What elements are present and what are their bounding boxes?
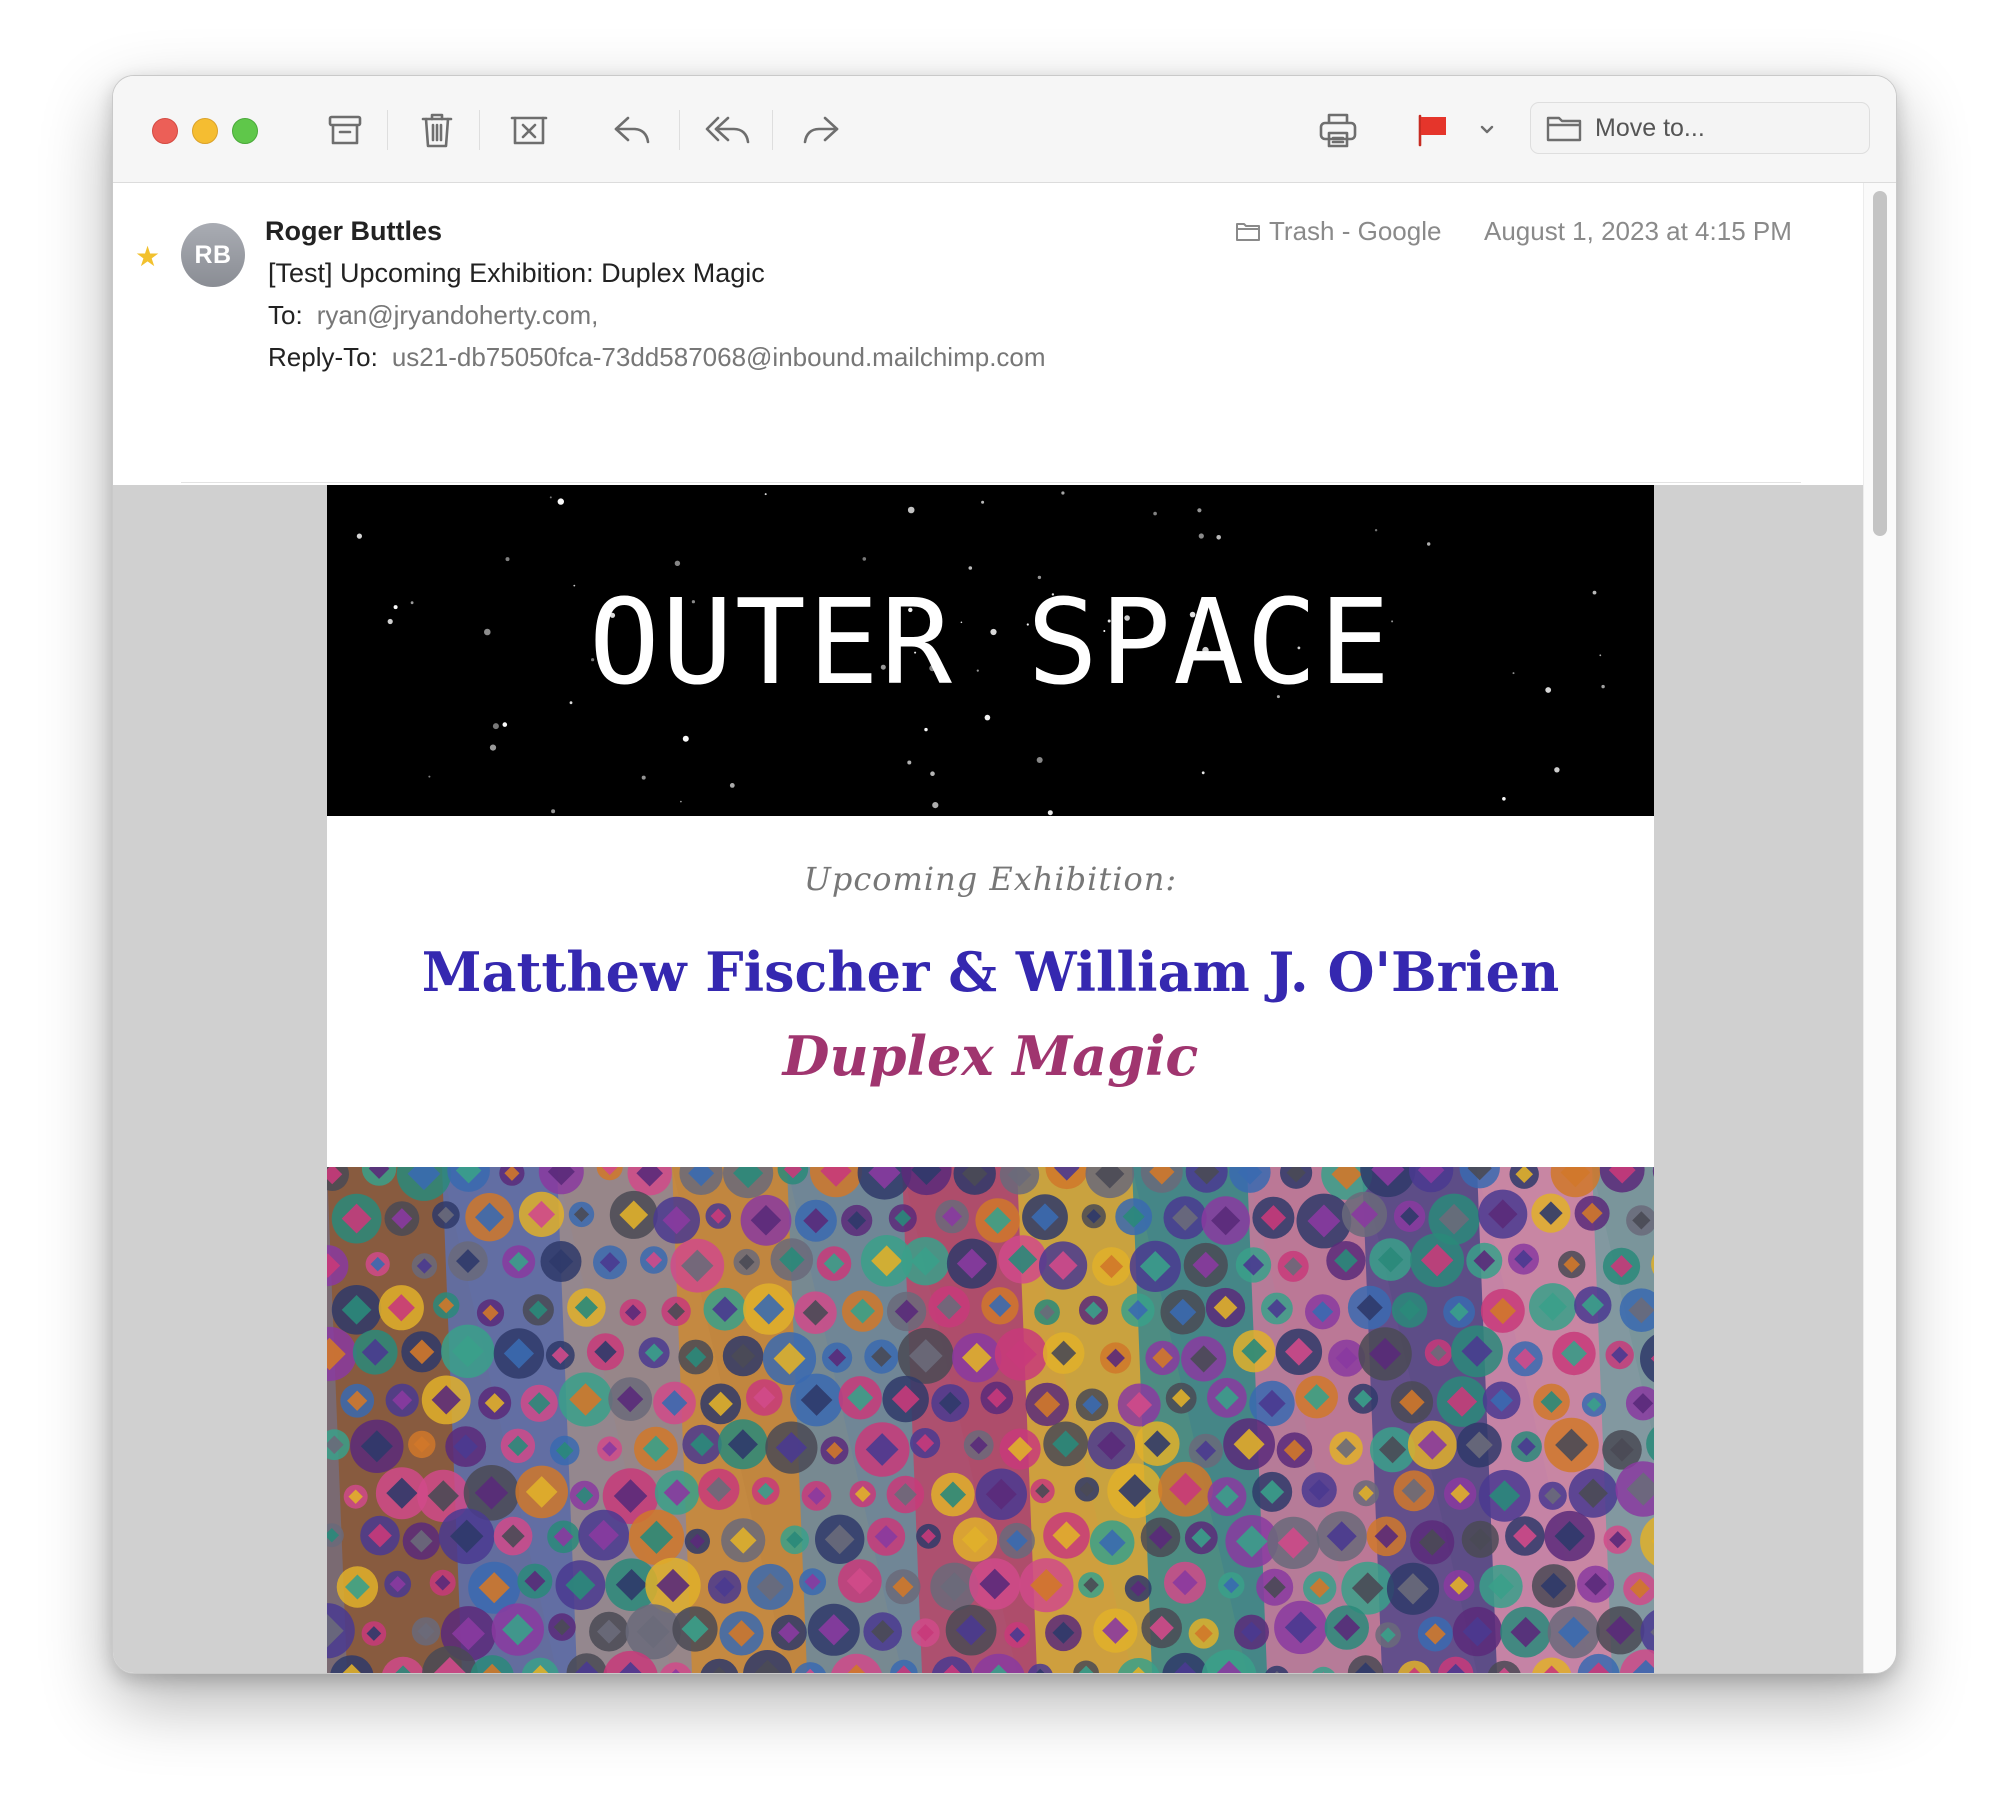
reply-to-address[interactable]: us21-db75050fca-73dd587068@inbound.mailc… — [392, 342, 1046, 372]
star-dot — [641, 775, 646, 780]
flag-icon — [1418, 114, 1446, 147]
exhibition-intro: Upcoming Exhibition: — [803, 860, 1178, 898]
star-dot — [1502, 797, 1506, 801]
avatar: RB — [181, 223, 245, 287]
flag-button[interactable] — [1405, 105, 1461, 155]
folder-icon — [1546, 116, 1582, 142]
sender-name[interactable]: Roger Buttles — [265, 216, 442, 247]
newsletter: OUTER SPACE Upcoming Exhibition: Matthew… — [327, 485, 1654, 1673]
star-dot — [1198, 533, 1204, 539]
forward-icon — [803, 116, 839, 144]
mail-window: Move to... ★ RB Roger Buttles [Test] Upc… — [112, 75, 1897, 1674]
to-label: To: — [268, 300, 303, 330]
star-dot — [984, 714, 991, 721]
exhibition-title: Duplex Magic — [782, 1024, 1199, 1088]
star-dot — [930, 771, 935, 776]
star-dot — [680, 800, 682, 803]
printer-icon — [1319, 113, 1357, 148]
archive-icon — [328, 115, 362, 145]
chevron-down-icon — [1480, 125, 1494, 134]
star-dot — [569, 701, 573, 705]
star-dot — [1061, 491, 1065, 495]
star-dot — [1036, 757, 1043, 763]
star-dot — [1374, 529, 1378, 532]
folder-icon — [1236, 223, 1260, 241]
mailbox-name: Trash - Google — [1269, 216, 1442, 246]
star-dot — [551, 809, 556, 814]
artwork-image[interactable] — [327, 1167, 1654, 1673]
zoom-window-button[interactable] — [232, 118, 258, 144]
header-divider — [181, 482, 1801, 483]
trash-icon — [421, 113, 453, 148]
star-dot — [729, 783, 735, 788]
star-dot — [907, 760, 912, 765]
scrollbar-thumb[interactable] — [1873, 191, 1887, 536]
star-dot — [1554, 767, 1560, 773]
archive-button[interactable] — [317, 105, 373, 155]
scrollbar[interactable] — [1863, 183, 1896, 1673]
star-dot — [492, 723, 499, 730]
message-header: ★ RB Roger Buttles [Test] Upcoming Exhib… — [113, 183, 1863, 485]
close-window-button[interactable] — [152, 118, 178, 144]
message-date: August 1, 2023 at 4:15 PM — [1484, 216, 1792, 246]
star-dot — [557, 498, 564, 505]
star-dot — [1216, 535, 1221, 540]
star-dot — [1047, 810, 1053, 816]
star-dot — [356, 533, 362, 539]
banner-title: OUTER SPACE — [588, 573, 1393, 711]
print-button[interactable] — [1310, 105, 1366, 155]
message-subject: [Test] Upcoming Exhibition: Duplex Magic — [268, 258, 765, 288]
star-dot — [428, 775, 431, 778]
reply-button[interactable] — [604, 105, 660, 155]
star-dot — [1201, 771, 1205, 775]
artist-names: Matthew Fischer & William J. O'Brien — [421, 940, 1560, 1004]
star-dot — [932, 802, 939, 809]
flag-menu-button[interactable] — [1469, 105, 1505, 155]
star-dot — [1197, 508, 1202, 513]
move-to-button[interactable]: Move to... — [1530, 102, 1870, 154]
delete-button[interactable] — [409, 105, 465, 155]
toolbar: Move to... — [113, 76, 1896, 183]
reply-all-icon — [705, 116, 750, 144]
star-dot — [489, 744, 497, 751]
star-dot — [682, 735, 689, 742]
newsletter-banner: OUTER SPACE — [327, 485, 1654, 816]
reply-all-button[interactable] — [700, 105, 756, 155]
star-dot — [968, 566, 973, 570]
star-dot — [981, 500, 985, 504]
star-dot — [907, 506, 915, 514]
star-dot — [862, 557, 867, 561]
minimize-window-button[interactable] — [192, 118, 218, 144]
to-line: To: ryan@jryandoherty.com, — [268, 300, 598, 331]
star-dot — [549, 496, 552, 499]
move-to-label: Move to... — [1595, 113, 1705, 142]
junk-icon — [510, 116, 548, 145]
message-body: OUTER SPACE Upcoming Exhibition: Matthew… — [113, 485, 1863, 1673]
mailbox-location[interactable]: Trash - Google — [1235, 216, 1441, 247]
forward-button[interactable] — [793, 105, 849, 155]
to-address[interactable]: ryan@jryandoherty.com, — [317, 300, 599, 330]
reply-to-line: Reply-To: us21-db75050fca-73dd587068@inbo… — [268, 342, 1046, 373]
star-dot — [764, 493, 767, 496]
star-dot — [674, 560, 681, 566]
star-dot — [924, 727, 928, 732]
reply-to-label: Reply-To: — [268, 342, 378, 372]
star-dot — [1153, 511, 1157, 516]
star-dot — [505, 557, 510, 562]
star-dot — [1427, 542, 1431, 546]
junk-button[interactable] — [501, 105, 557, 155]
star-icon[interactable]: ★ — [135, 243, 160, 271]
star-dot — [502, 722, 508, 727]
reply-icon — [614, 116, 650, 144]
